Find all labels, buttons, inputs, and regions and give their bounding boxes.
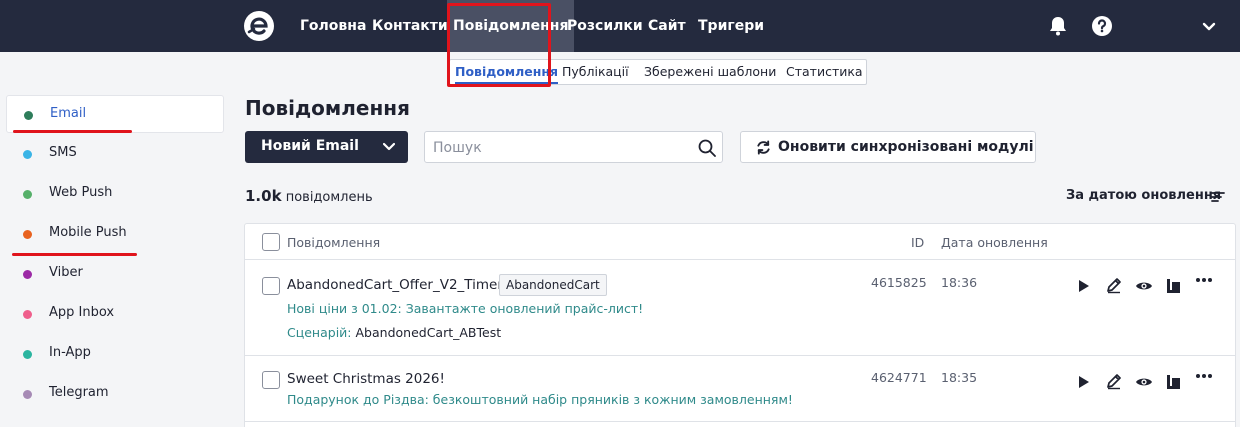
message-date: 18:35 [941,370,978,385]
eye-icon[interactable] [1135,373,1153,391]
messages-table: Повідомлення ID Дата оновлення Abandoned… [244,223,1236,427]
subnav-saved-templates[interactable]: Збережені шаблони [644,60,776,84]
messages-subnav: Повідомлення Публікації Збережені шаблон… [449,59,867,85]
status-dot-icon [23,230,32,239]
message-count-value: 1.0k [245,187,282,205]
column-header-message[interactable]: Повідомлення [287,235,380,250]
status-dot-icon [23,310,32,319]
scenario-label: Сценарій: [287,325,352,340]
sidebar-item-label: Telegram [49,385,109,400]
edit-icon[interactable] [1105,372,1123,390]
select-all-checkbox[interactable] [262,233,280,251]
page-title: Повідомлення [245,96,410,120]
status-dot-icon [23,270,32,279]
subnav-messages[interactable]: Повідомлення [455,60,559,84]
sidebar-item-web-push[interactable]: Web Push [6,175,224,213]
search-input[interactable] [433,138,683,158]
message-subject: Нові ціни з 01.02: Завантажте оновлений … [287,301,644,316]
chevron-down-icon[interactable] [383,142,395,152]
top-navigation: Головна Контакти Повідомлення Розсилки С… [0,0,1240,52]
sidebar-item-mobile-push[interactable]: Mobile Push [6,215,224,253]
table-row[interactable]: AbandonedCart_Offer_V2_Timer AbandonedCa… [245,261,1235,356]
row-checkbox[interactable] [262,277,280,295]
chevron-down-icon[interactable] [1198,15,1220,37]
nav-messages[interactable]: Повідомлення [447,0,575,52]
play-icon[interactable] [1074,277,1092,295]
message-subject: Подарунок до Різдва: безкоштовний набір … [287,392,793,407]
sidebar-item-label: Email [50,106,87,121]
message-scenario: Сценарій: AbandonedCart_ABTest [287,325,501,340]
sidebar-item-sms[interactable]: SMS [6,135,224,173]
more-options-icon[interactable] [1195,275,1213,293]
subnav-statistics[interactable]: Статистика [786,60,863,84]
sort-icon[interactable] [1211,191,1225,203]
sidebar-item-app-inbox[interactable]: App Inbox [6,295,224,333]
email-underline-annotation [13,130,132,133]
mobile-push-underline-annotation [12,253,137,256]
nav-home[interactable]: Головна [300,0,366,52]
column-header-date[interactable]: Дата оновлення [941,235,1048,250]
nav-triggers[interactable]: Тригери [698,0,764,52]
nav-contacts[interactable]: Контакти [372,0,448,52]
message-id: 4624771 [871,370,927,385]
new-email-button[interactable]: Новий Email [245,131,408,163]
column-header-id[interactable]: ID [911,235,924,250]
sidebar-item-label: Web Push [49,185,113,200]
scenario-value[interactable]: AbandonedCart_ABTest [356,325,502,340]
search-field[interactable] [424,131,723,163]
refresh-icon [757,140,770,155]
sidebar-item-email[interactable]: Email [6,95,224,133]
sidebar-item-telegram[interactable]: Telegram [6,375,224,413]
table-header: Повідомлення ID Дата оновлення [245,224,1235,260]
message-date: 18:36 [941,275,978,290]
message-count: 1.0k повідомлень [245,187,373,205]
esputnik-logo-icon[interactable] [243,10,275,42]
message-id: 4615825 [871,275,927,290]
table-row[interactable]: Sweet Christmas 2026! Подарунок до Різдв… [245,356,1235,422]
search-icon[interactable] [698,139,716,157]
sidebar-item-label: SMS [49,145,77,160]
status-dot-icon [23,390,32,399]
nav-site[interactable]: Сайт [648,0,686,52]
sort-by-updated[interactable]: За датою оновлення [1066,188,1221,203]
bell-icon[interactable] [1047,15,1069,37]
status-dot-icon [23,190,32,199]
play-icon[interactable] [1074,373,1092,391]
sidebar-item-label: In-App [49,345,91,360]
sidebar-item-viber[interactable]: Viber [6,255,224,293]
eye-icon[interactable] [1135,277,1153,295]
copy-icon[interactable] [1164,277,1182,295]
status-dot-icon [23,350,32,359]
subnav-publications[interactable]: Публікації [562,60,629,84]
message-tag: AbandonedCart [499,274,607,296]
message-name[interactable]: AbandonedCart_Offer_V2_Timer [287,277,503,293]
more-options-icon[interactable] [1195,371,1213,389]
sidebar-item-label: Viber [49,265,83,280]
status-dot-icon [23,150,32,159]
edit-icon[interactable] [1105,276,1123,294]
new-email-button-label: Новий Email [261,138,359,154]
sidebar-item-label: Mobile Push [49,225,127,240]
copy-icon[interactable] [1164,373,1182,391]
sidebar-item-in-app[interactable]: In-App [6,335,224,373]
message-name[interactable]: Sweet Christmas 2026! [287,371,445,387]
nav-campaigns[interactable]: Розсилки [567,0,643,52]
sync-modules-label: Оновити синхронізовані модулі [778,139,1034,155]
sync-modules-button[interactable]: Оновити синхронізовані модулі [740,131,1036,163]
sidebar-item-label: App Inbox [49,305,115,320]
help-icon[interactable] [1091,15,1113,37]
status-dot-icon [24,111,33,120]
message-count-label: повідомлень [285,190,373,205]
row-checkbox[interactable] [262,371,280,389]
